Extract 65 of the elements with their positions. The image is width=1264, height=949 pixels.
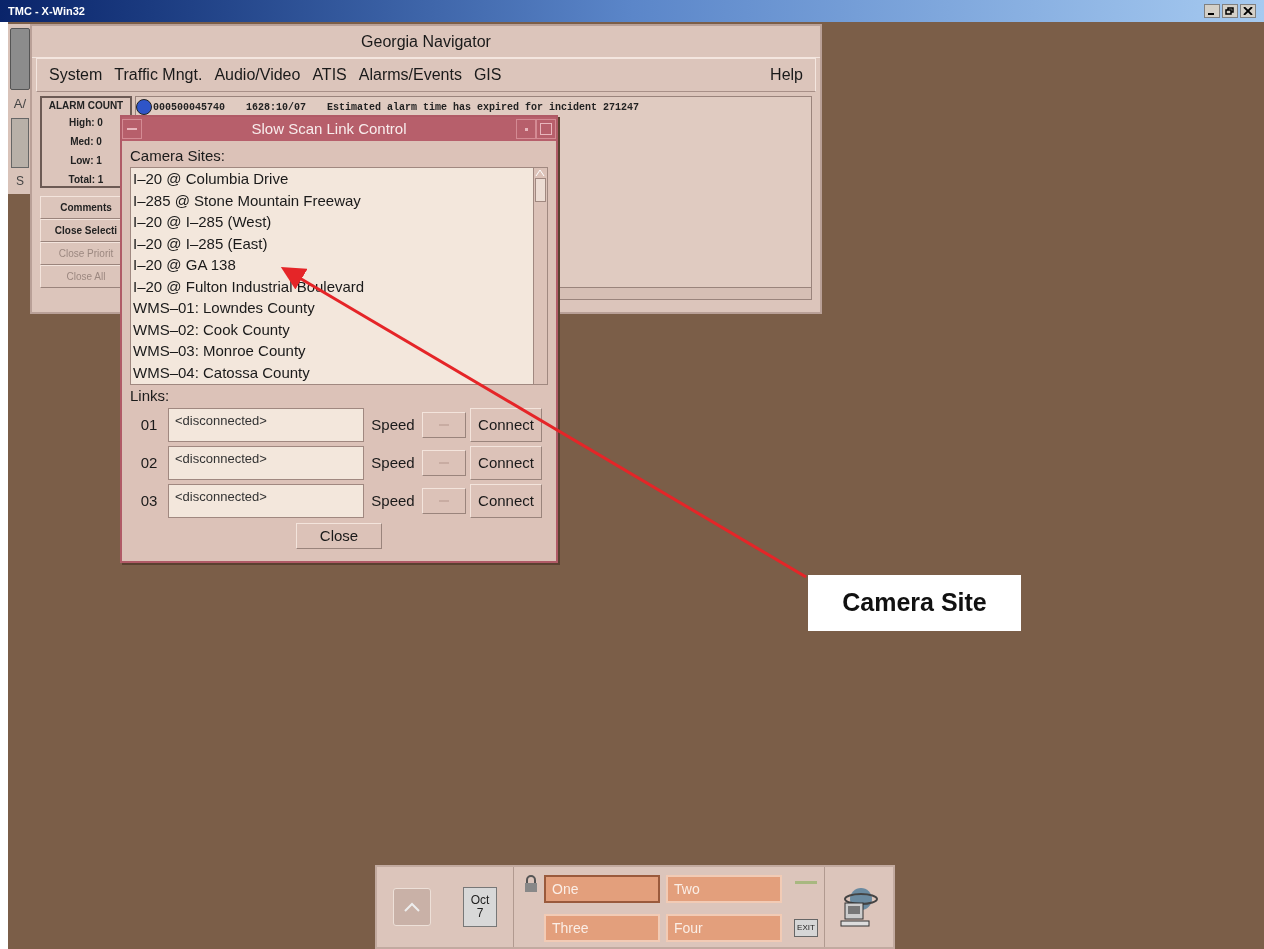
list-item[interactable]: I–20 @ Columbia Drive: [133, 168, 533, 190]
help-menu[interactable]: Help: [770, 63, 803, 87]
dialog-title: Slow Scan Link Control: [250, 118, 408, 139]
restore-icon[interactable]: [1222, 4, 1238, 18]
speed-button[interactable]: [422, 488, 466, 514]
list-item[interactable]: WMS–02: Cook County: [133, 318, 533, 340]
list-item[interactable]: I–285 @ Stone Mountain Freeway: [133, 189, 533, 211]
menu-item[interactable]: Audio/Video: [214, 63, 301, 87]
alarm-count: Low: 1: [70, 154, 102, 168]
panel-title: ALARM COUNT: [48, 99, 124, 113]
exit-button[interactable]: EXIT: [794, 919, 818, 937]
connect-button[interactable]: Connect: [470, 408, 542, 442]
lock-icon[interactable]: [524, 875, 538, 893]
alarm-id: 000500045740: [153, 100, 226, 115]
close-button[interactable]: Close: [296, 523, 382, 549]
speed-button[interactable]: [422, 412, 466, 438]
speed-label: Speed: [370, 414, 416, 435]
link-field[interactable]: <disconnected>: [168, 484, 364, 518]
menu-item[interactable]: Alarms/Events: [358, 63, 462, 87]
callout-label: Camera Site: [842, 587, 987, 619]
speed-button[interactable]: [422, 450, 466, 476]
link-field[interactable]: <disconnected>: [168, 446, 364, 480]
list-item[interactable]: WMS–01: Lowndes County: [133, 297, 533, 319]
panel-label: A/: [13, 95, 27, 113]
alarm-time: 1628:10/07: [246, 100, 307, 115]
calendar-month: Oct: [470, 894, 490, 907]
up-arrow-button[interactable]: [393, 888, 431, 926]
maximize-icon[interactable]: [536, 119, 556, 139]
alarm-message: Estimated alarm time has expired for incident 271247: [327, 100, 640, 115]
section-label: Camera Sites:: [130, 146, 227, 166]
scroll-up-icon[interactable]: [534, 168, 546, 178]
speed-label: Speed: [370, 490, 416, 511]
alarm-count: Total: 1: [68, 173, 104, 187]
indicator-light: [795, 881, 817, 884]
calendar-day: 7: [476, 907, 484, 920]
menu-item[interactable]: Traffic Mngt.: [114, 63, 203, 87]
scrollbar-thumb[interactable]: [535, 178, 546, 202]
panel-icon[interactable]: [11, 117, 29, 168]
list-item[interactable]: WMS–03: Monroe County: [133, 340, 533, 362]
window-menu-icon[interactable]: [122, 119, 142, 139]
vertical-scrollbar[interactable]: [533, 168, 547, 384]
list-item[interactable]: WMS–04: Catossa County: [133, 361, 533, 383]
list-item[interactable]: I–20 @ I–285 (East): [133, 232, 533, 254]
alarm-count: High: 0: [69, 116, 103, 130]
menu-item[interactable]: System: [49, 63, 103, 87]
list-item[interactable]: I–20 @ GA 138: [133, 254, 533, 276]
calendar-button[interactable]: Oct 7: [463, 887, 497, 927]
window-title: Georgia Navigator: [361, 31, 491, 52]
link-number: 01: [139, 414, 159, 435]
link-number: 02: [139, 452, 159, 473]
menu-item[interactable]: ATIS: [312, 63, 347, 87]
menu-item[interactable]: GIS: [473, 63, 502, 87]
list-item[interactable]: I–20 @ I–285 (West): [133, 211, 533, 233]
connect-button[interactable]: Connect: [470, 484, 542, 518]
alarm-count: Med: 0: [70, 135, 102, 149]
panel-label: S: [16, 172, 24, 190]
section-label: Links:: [130, 386, 171, 406]
close-icon[interactable]: [1240, 4, 1256, 18]
network-computer-icon[interactable]: [837, 885, 881, 929]
minimize-icon[interactable]: [1204, 4, 1220, 18]
speed-label: Speed: [370, 452, 416, 473]
link-field[interactable]: <disconnected>: [168, 408, 364, 442]
link-number: 03: [139, 490, 159, 511]
connect-button[interactable]: Connect: [470, 446, 542, 480]
window-title: TMC - X-Win32: [8, 3, 85, 19]
